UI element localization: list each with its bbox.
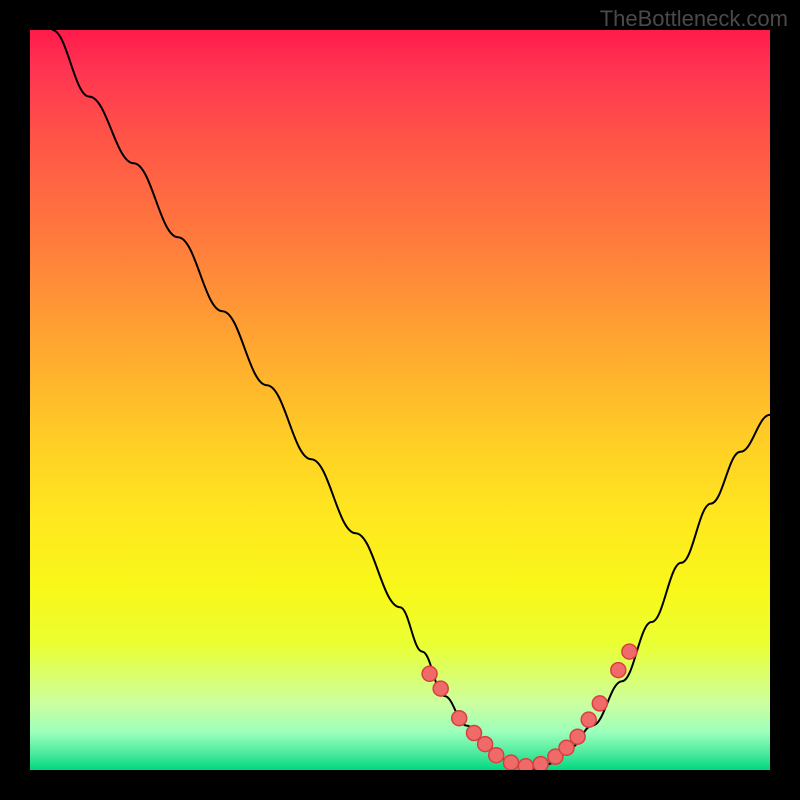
data-marker <box>592 696 607 711</box>
data-marker <box>518 759 533 770</box>
data-marker <box>581 712 596 727</box>
data-marker <box>452 711 467 726</box>
watermark-text: TheBottleneck.com <box>600 6 788 32</box>
data-marker <box>559 740 574 755</box>
plot-area <box>30 30 770 770</box>
data-marker <box>504 755 519 770</box>
data-marker <box>570 729 585 744</box>
chart-svg <box>30 30 770 770</box>
data-marker <box>533 757 548 770</box>
data-marker <box>422 666 437 681</box>
data-marker <box>467 726 482 741</box>
data-marker <box>611 663 626 678</box>
data-marker <box>489 748 504 763</box>
data-marker <box>478 737 493 752</box>
data-marker <box>622 644 637 659</box>
data-marker <box>433 681 448 696</box>
bottleneck-curve <box>52 30 770 770</box>
